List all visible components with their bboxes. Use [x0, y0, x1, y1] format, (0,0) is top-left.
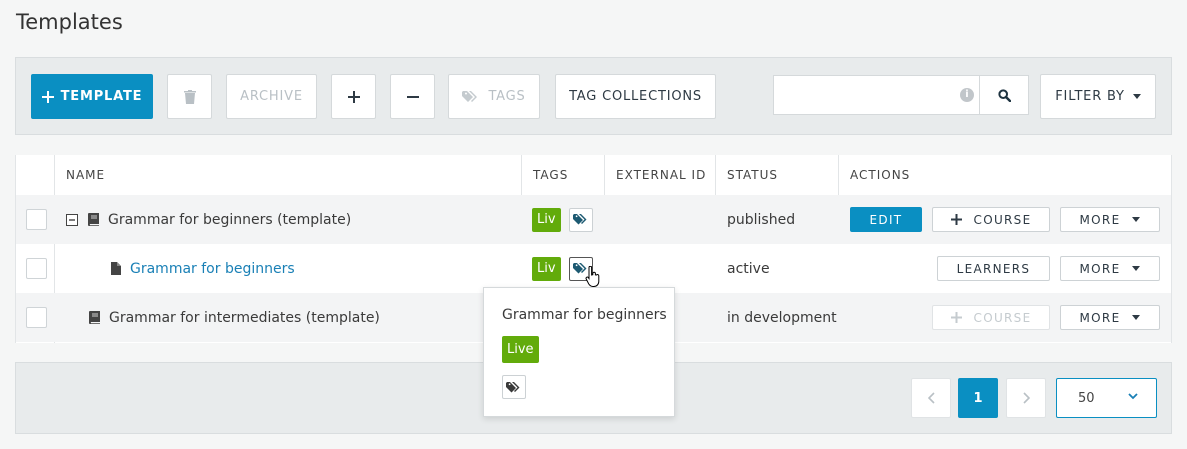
row-checkbox[interactable] — [26, 209, 47, 230]
trash-icon — [183, 89, 196, 104]
add-course-button[interactable]: COURSE — [932, 207, 1050, 232]
add-template-button[interactable]: TEMPLATE — [31, 74, 153, 119]
plus-icon — [950, 312, 962, 323]
status-cell: active — [727, 260, 770, 277]
status-cell: published — [727, 211, 796, 228]
live-tag: Liv — [532, 256, 561, 281]
plus-icon — [347, 90, 360, 103]
more-label: MORE — [1079, 261, 1121, 276]
hand-cursor-icon — [585, 266, 600, 287]
add-course-label: COURSE — [973, 212, 1032, 227]
search-icon — [997, 88, 1011, 102]
page-title: Templates — [16, 10, 123, 34]
tag-collections-label: TAG COLLECTIONS — [569, 89, 702, 104]
archive-label: ARCHIVE — [240, 89, 303, 104]
popover-title: Grammar for beginners — [502, 307, 667, 323]
table-row: Grammar for beginners (template) Liv pub… — [16, 195, 1171, 244]
more-button[interactable]: MORE — [1060, 207, 1160, 232]
info-icon: i — [960, 88, 974, 102]
toolbar: TEMPLATE ARCHIVE TAGS TAG COLLECTIONS i … — [15, 57, 1172, 135]
archive-button[interactable]: ARCHIVE — [226, 74, 317, 119]
plus-icon — [41, 90, 54, 103]
tags-icon — [572, 214, 587, 225]
search-box: i — [773, 75, 1029, 115]
collapse-all-button[interactable] — [390, 74, 435, 119]
tags-button[interactable]: TAGS — [448, 74, 540, 119]
filter-by-label: FILTER BY — [1055, 89, 1125, 104]
tags-icon — [506, 381, 520, 392]
page-button-current[interactable]: 1 — [958, 378, 998, 418]
status-cell: in development — [727, 309, 837, 326]
file-icon — [111, 262, 121, 275]
learners-button[interactable]: LEARNERS — [937, 256, 1050, 281]
expand-all-button[interactable] — [331, 74, 376, 119]
minus-icon — [406, 95, 419, 98]
tag-button[interactable] — [568, 207, 593, 232]
row-checkbox[interactable] — [26, 307, 47, 328]
chevron-right-icon — [1022, 392, 1030, 404]
chevron-left-icon — [927, 392, 935, 404]
search-input[interactable] — [774, 76, 980, 114]
next-page-button[interactable] — [1006, 378, 1046, 418]
book-icon — [89, 311, 100, 324]
tags-label: TAGS — [488, 89, 526, 104]
tag-collections-button[interactable]: TAG COLLECTIONS — [555, 74, 716, 119]
caret-down-icon — [1132, 217, 1141, 222]
header-tags[interactable]: TAGS — [522, 155, 568, 195]
caret-down-icon — [1132, 94, 1141, 99]
name-cell: Grammar for intermediates (template) — [89, 293, 380, 342]
per-page-select[interactable]: 50 — [1056, 378, 1157, 418]
header-actions: ACTIONS — [850, 168, 911, 182]
more-label: MORE — [1079, 212, 1121, 227]
caret-down-icon — [1132, 266, 1141, 271]
more-button[interactable]: MORE — [1060, 256, 1160, 281]
add-tag-button[interactable] — [502, 375, 526, 399]
more-button[interactable]: MORE — [1060, 305, 1160, 330]
course-name-link[interactable]: Grammar for beginners — [130, 261, 295, 277]
caret-down-icon — [1132, 315, 1141, 320]
tags-cell: Liv — [532, 195, 593, 244]
template-name[interactable]: Grammar for intermediates (template) — [109, 310, 380, 326]
edit-button[interactable]: EDIT — [850, 207, 922, 232]
plus-icon — [950, 214, 962, 225]
name-cell: Grammar for beginners — [111, 244, 295, 293]
prev-page-button[interactable] — [911, 378, 951, 418]
tags-cell: Liv — [532, 244, 593, 293]
more-label: MORE — [1079, 310, 1121, 325]
add-course-button[interactable]: COURSE — [932, 305, 1050, 330]
name-cell: Grammar for beginners (template) — [66, 195, 351, 244]
book-icon — [88, 213, 99, 226]
header-status[interactable]: STATUS — [716, 155, 778, 195]
tags-popover: Grammar for beginners Live — [483, 287, 675, 417]
chevron-down-icon — [1128, 393, 1138, 400]
add-template-label: TEMPLATE — [60, 89, 143, 104]
collapse-toggle-icon[interactable] — [66, 213, 78, 226]
row-checkbox[interactable] — [26, 258, 47, 279]
search-button[interactable] — [980, 76, 1028, 114]
header-name[interactable]: NAME — [55, 155, 105, 195]
add-course-label: COURSE — [973, 310, 1032, 325]
header-external-id[interactable]: EXTERNAL ID — [605, 155, 706, 195]
tags-icon — [462, 90, 478, 102]
live-tag: Liv — [532, 207, 561, 232]
filter-by-button[interactable]: FILTER BY — [1040, 74, 1156, 119]
template-name[interactable]: Grammar for beginners (template) — [108, 212, 351, 228]
per-page-value: 50 — [1078, 390, 1095, 406]
live-tag[interactable]: Live — [502, 336, 539, 363]
delete-button[interactable] — [167, 74, 212, 119]
